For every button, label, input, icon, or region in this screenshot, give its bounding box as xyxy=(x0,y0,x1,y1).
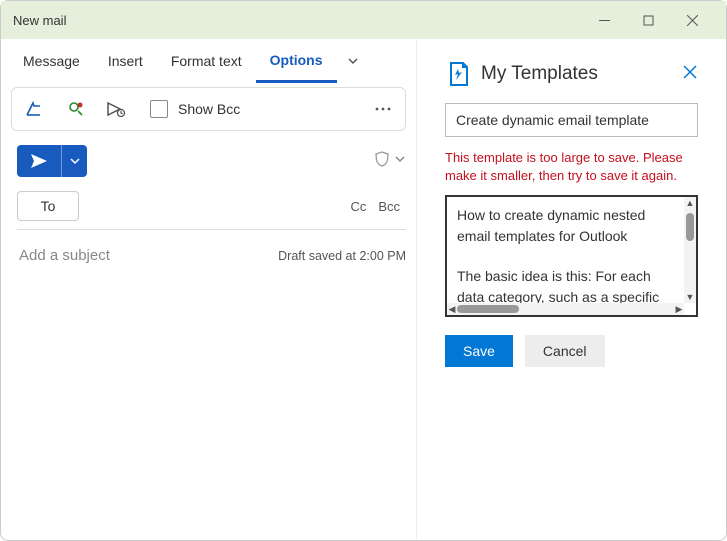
window-title: New mail xyxy=(13,13,582,28)
toolbar-more-button[interactable] xyxy=(367,107,399,111)
tab-options[interactable]: Options xyxy=(256,39,337,83)
panel-title: My Templates xyxy=(481,63,682,85)
save-button[interactable]: Save xyxy=(445,335,513,367)
security-dropdown-button[interactable] xyxy=(394,152,406,170)
shield-icon[interactable] xyxy=(374,151,390,172)
panel-close-button[interactable] xyxy=(682,64,698,85)
template-error-message: This template is too large to save. Plea… xyxy=(445,149,698,185)
vertical-scroll-thumb[interactable] xyxy=(686,213,694,241)
tab-overflow-button[interactable] xyxy=(337,55,369,67)
sensitivity-icon[interactable] xyxy=(18,93,54,125)
tab-insert[interactable]: Insert xyxy=(94,39,157,83)
subject-input[interactable] xyxy=(17,246,278,265)
horizontal-scroll-thumb[interactable] xyxy=(457,305,519,313)
minimize-button[interactable] xyxy=(582,1,626,39)
draft-status-text: Draft saved at 2:00 PM xyxy=(278,249,406,263)
horizontal-scrollbar[interactable]: ◀ ▶ xyxy=(447,303,684,315)
template-name-input[interactable] xyxy=(445,103,698,137)
encrypt-icon[interactable] xyxy=(58,93,94,125)
maximize-button[interactable] xyxy=(626,1,670,39)
template-body-input[interactable] xyxy=(447,197,684,315)
to-input[interactable] xyxy=(79,194,344,218)
options-toolbar: Show Bcc xyxy=(11,87,406,131)
scroll-left-arrow-icon[interactable]: ◀ xyxy=(447,303,457,315)
scroll-down-arrow-icon[interactable]: ▼ xyxy=(685,292,695,302)
template-body-container: ▲ ▼ ◀ ▶ xyxy=(445,195,698,317)
send-button[interactable] xyxy=(17,145,61,177)
to-button[interactable]: To xyxy=(17,191,79,221)
tab-format-text[interactable]: Format text xyxy=(157,39,256,83)
tab-message[interactable]: Message xyxy=(9,39,94,83)
close-window-button[interactable] xyxy=(670,1,714,39)
cancel-button[interactable]: Cancel xyxy=(525,335,605,367)
ribbon-tabs: Message Insert Format text Options xyxy=(1,39,416,83)
show-bcc-checkbox[interactable] xyxy=(150,100,168,118)
templates-panel: My Templates This template is too large … xyxy=(417,39,726,540)
show-bcc-label: Show Bcc xyxy=(178,101,240,117)
vertical-scrollbar[interactable]: ▲ ▼ xyxy=(684,197,696,303)
titlebar: New mail xyxy=(1,1,726,39)
scroll-up-arrow-icon[interactable]: ▲ xyxy=(685,198,695,208)
delay-delivery-icon[interactable] xyxy=(98,93,134,125)
templates-icon xyxy=(445,61,471,87)
compose-pane: Message Insert Format text Options Show … xyxy=(1,39,417,540)
cc-button[interactable]: Cc xyxy=(344,199,372,214)
send-button-group xyxy=(17,145,87,177)
scroll-right-arrow-icon[interactable]: ▶ xyxy=(674,303,684,315)
bcc-button[interactable]: Bcc xyxy=(372,199,406,214)
send-dropdown-button[interactable] xyxy=(61,145,87,177)
